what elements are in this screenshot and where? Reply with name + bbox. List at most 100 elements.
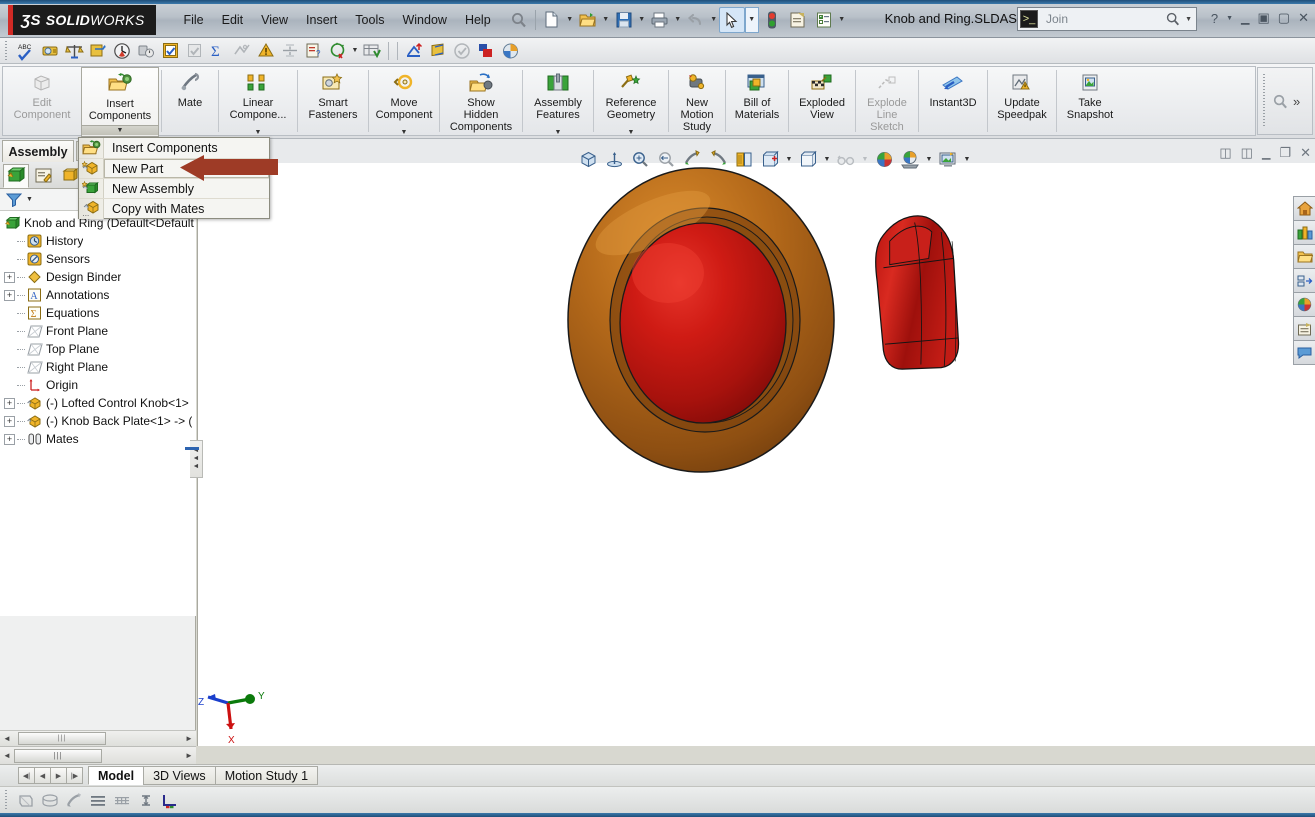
tab-property-manager[interactable] bbox=[30, 164, 56, 188]
layers-status-icon[interactable] bbox=[38, 789, 62, 811]
insert-components-dropdown-arrow[interactable]: ▼ bbox=[82, 125, 158, 135]
tree-expander-annotations[interactable]: + bbox=[4, 289, 15, 301]
undo-caret[interactable]: ▼ bbox=[709, 16, 719, 23]
task-pane-file-explorer-tab[interactable] bbox=[1293, 244, 1315, 269]
mass-properties-icon[interactable] bbox=[62, 40, 86, 62]
ribbon-expand-chevron-icon[interactable]: » bbox=[1293, 94, 1300, 109]
hscroll-thumb[interactable]: ||| bbox=[14, 748, 102, 763]
section-properties-icon[interactable] bbox=[86, 40, 110, 62]
first-tab-button[interactable]: ◀| bbox=[18, 767, 35, 784]
move-component-button[interactable]: Move Component ▼ bbox=[371, 67, 437, 137]
check-icon[interactable] bbox=[158, 40, 182, 62]
instant3d-button[interactable]: Instant3D bbox=[921, 67, 985, 137]
options-caret[interactable]: ▼ bbox=[837, 16, 847, 23]
tree-scroll-left-arrow[interactable]: ◄ bbox=[0, 734, 14, 743]
design-checker-icon[interactable] bbox=[402, 40, 426, 62]
panel-splitter-handle[interactable]: ◄ ◄ ◄ bbox=[185, 440, 203, 478]
tree-item-right-plane[interactable]: Right Plane bbox=[0, 358, 196, 376]
tree-item-history[interactable]: History bbox=[0, 232, 196, 250]
status-bar-grip[interactable] bbox=[4, 790, 10, 810]
minimize-icon[interactable]: ▁ bbox=[1241, 12, 1249, 25]
feature-tree-bottom-scrollbar[interactable]: ◄ ||| ► bbox=[0, 730, 196, 746]
select-dropdown-arrow[interactable]: ▼ bbox=[744, 6, 759, 33]
tab-motion-study-1[interactable]: Motion Study 1 bbox=[214, 766, 319, 785]
menu-window[interactable]: Window bbox=[393, 9, 455, 31]
measure-icon[interactable] bbox=[38, 40, 62, 62]
last-tab-button[interactable]: |▶ bbox=[66, 767, 83, 784]
edit-component-button[interactable]: Edit Component bbox=[3, 67, 81, 137]
join-caret[interactable]: ▼ bbox=[1185, 16, 1192, 23]
insert-components-button[interactable]: Insert Components ▼ bbox=[81, 67, 159, 137]
hole-alignment-icon[interactable]: ? bbox=[302, 40, 326, 62]
tree-expander-lofted-control-knob[interactable]: + bbox=[4, 397, 15, 409]
reference-geometry-button[interactable]: Reference Geometry ▼ bbox=[596, 67, 666, 137]
compare-documents-icon[interactable] bbox=[326, 40, 350, 62]
explode-line-sketch-button[interactable]: Explode Line Sketch bbox=[858, 67, 916, 137]
ribbon-overflow-grip[interactable] bbox=[1262, 74, 1268, 128]
open-document-caret[interactable]: ▼ bbox=[601, 16, 611, 23]
task-pane-custom-props-tab[interactable] bbox=[1293, 316, 1315, 341]
menu-help[interactable]: Help bbox=[456, 9, 500, 31]
toolbar-grip[interactable] bbox=[4, 40, 10, 61]
linear-component-pattern-button[interactable]: Linear Compone... ▼ bbox=[221, 67, 295, 137]
restore-right-panel-icon[interactable]: ◫ bbox=[1241, 145, 1253, 161]
task-pane-design-library-tab[interactable] bbox=[1293, 220, 1315, 245]
task-pane-forum-tab[interactable] bbox=[1293, 340, 1315, 365]
maximize-icon[interactable]: ▢ bbox=[1278, 10, 1290, 26]
restore-left-panel-icon[interactable]: ◫ bbox=[1219, 145, 1231, 161]
grid-status-icon[interactable] bbox=[110, 789, 134, 811]
feature-tree-horizontal-scrollbar[interactable]: ◄ ||| ► bbox=[0, 746, 196, 764]
exploded-view-button[interactable]: Exploded View bbox=[791, 67, 853, 137]
open-document-icon[interactable] bbox=[575, 7, 601, 33]
simulation-icon[interactable] bbox=[426, 40, 450, 62]
menu-edit[interactable]: Edit bbox=[213, 9, 253, 31]
section-view-status-icon[interactable] bbox=[14, 789, 38, 811]
take-snapshot-button[interactable]: Take Snapshot bbox=[1059, 67, 1121, 137]
hscroll-right-arrow[interactable]: ► bbox=[182, 751, 196, 760]
model-3d-view[interactable]: Z Y X bbox=[198, 163, 1315, 746]
scene-caret[interactable]: ▼ bbox=[924, 156, 934, 163]
tab-model[interactable]: Model bbox=[88, 766, 145, 785]
restore-doc-icon[interactable]: ❐ bbox=[1279, 145, 1291, 161]
new-document-icon[interactable] bbox=[539, 7, 565, 33]
menu-view[interactable]: View bbox=[252, 9, 297, 31]
linear-component-pattern-dropdown-arrow[interactable]: ▼ bbox=[221, 129, 295, 136]
mate-button[interactable]: Mate bbox=[164, 67, 216, 137]
help-icon[interactable]: ? bbox=[1211, 11, 1218, 26]
assembly-features-button[interactable]: Assembly Features ▼ bbox=[525, 67, 591, 137]
assembly-features-dropdown-arrow[interactable]: ▼ bbox=[525, 129, 591, 136]
tree-item-design-binder[interactable]: + Design Binder bbox=[0, 268, 196, 286]
tab-assembly[interactable]: Assembly bbox=[2, 140, 74, 162]
render-icon[interactable] bbox=[498, 40, 522, 62]
print-icon[interactable] bbox=[647, 7, 673, 33]
menu-item-copy-with-mates[interactable]: ... Copy with Mates bbox=[79, 198, 269, 219]
tab-feature-manager-tree[interactable] bbox=[3, 163, 29, 188]
close-icon[interactable]: ✕ bbox=[1298, 10, 1309, 26]
apply-scene-caret[interactable]: ▼ bbox=[860, 156, 870, 163]
tree-expander-knob-back-plate[interactable]: + bbox=[4, 415, 15, 427]
save-icon[interactable] bbox=[611, 7, 637, 33]
interference-detection-icon[interactable] bbox=[254, 40, 278, 62]
tree-scroll-thumb[interactable]: ||| bbox=[18, 732, 106, 745]
rebuild-icon[interactable] bbox=[759, 7, 785, 33]
help-caret[interactable]: ▼ bbox=[1226, 15, 1233, 22]
tree-scroll-right-arrow[interactable]: ► bbox=[182, 734, 196, 743]
graphics-area[interactable]: ▼ ▼ ▼ ▼ ▼ ◫ ◫ ▁ ❐ ✕ Z Y X bbox=[197, 145, 1315, 746]
search-commands-icon[interactable] bbox=[506, 7, 532, 33]
units-status-icon[interactable] bbox=[134, 789, 158, 811]
import-diagnostics-icon[interactable] bbox=[360, 40, 384, 62]
perspective-status-icon[interactable] bbox=[86, 789, 110, 811]
minimize-doc-icon[interactable]: ▁ bbox=[1262, 147, 1270, 160]
tree-item-lofted-control-knob[interactable]: + (-) Lofted Control Knob<1> bbox=[0, 394, 196, 412]
task-pane-view-palette-tab[interactable] bbox=[1293, 268, 1315, 293]
compare-documents-caret[interactable]: ▼ bbox=[350, 47, 360, 54]
smart-fasteners-button[interactable]: Smart Fasteners bbox=[300, 67, 366, 137]
file-properties-icon[interactable] bbox=[785, 7, 811, 33]
spell-checker-icon[interactable]: ABC bbox=[14, 40, 38, 62]
next-tab-button[interactable]: ▶ bbox=[50, 767, 67, 784]
select-icon[interactable] bbox=[718, 6, 745, 33]
update-speedpak-button[interactable]: Update Speedpak bbox=[990, 67, 1054, 137]
filter-caret-icon[interactable]: ▼ bbox=[26, 196, 33, 203]
equations-icon[interactable]: Σ bbox=[206, 40, 230, 62]
tree-item-top-plane[interactable]: Top Plane bbox=[0, 340, 196, 358]
